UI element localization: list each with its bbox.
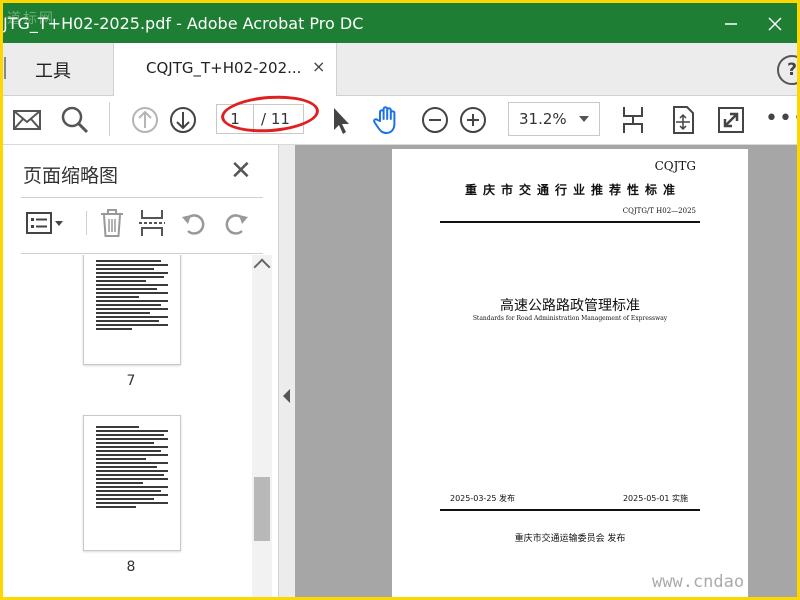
thumbnail-list: 7 8 bbox=[3, 255, 253, 597]
rotate-left-button[interactable] bbox=[179, 207, 209, 239]
next-page-button[interactable] bbox=[167, 104, 199, 136]
zoom-select[interactable]: 31.2% bbox=[508, 102, 600, 136]
annotation-ellipse bbox=[219, 92, 321, 136]
page-move-icon bbox=[673, 106, 694, 134]
search-button[interactable] bbox=[59, 104, 91, 136]
panel-divider bbox=[21, 197, 263, 198]
scrollbar-thumb[interactable] bbox=[254, 477, 270, 541]
tab-document[interactable]: CQJTG_T+H02-202... × bbox=[113, 43, 337, 96]
arrow-down-circle-icon bbox=[170, 107, 196, 133]
zoom-in-icon bbox=[460, 107, 486, 133]
divider-icon bbox=[4, 57, 6, 79]
rotate-left-icon bbox=[182, 214, 205, 235]
zoom-out-icon bbox=[422, 107, 448, 133]
list-options-icon bbox=[26, 212, 63, 234]
fit-page-icon bbox=[623, 107, 643, 133]
thumbnail-text-lines bbox=[96, 260, 168, 332]
doc-subtitle: Standards for Road Administration Manage… bbox=[472, 315, 668, 322]
panel-close-icon[interactable]: ✕ bbox=[230, 156, 252, 186]
doc-publisher: 重庆市交通运输委员会 发布 bbox=[514, 534, 626, 544]
watermark-top-left: 道标网 bbox=[7, 11, 55, 27]
tab-bar: 工具 CQJTG_T+H02-202... × ? bbox=[3, 43, 797, 96]
rotate-right-button[interactable] bbox=[221, 207, 251, 239]
panel-divider bbox=[21, 253, 263, 254]
rotate-right-icon bbox=[225, 214, 248, 235]
fit-page-button[interactable] bbox=[617, 104, 649, 136]
expand-icon bbox=[718, 107, 744, 133]
tab-document-label: CQJTG_T+H02-202... bbox=[146, 59, 302, 77]
thumbnail-text-lines bbox=[96, 426, 168, 510]
full-screen-button[interactable] bbox=[715, 104, 747, 136]
window-title: JTG_T+H02-2025.pdf - Adobe Acrobat Pro D… bbox=[3, 14, 364, 33]
doc-title: 高速公路路政管理标准 bbox=[500, 298, 640, 314]
doc-rule bbox=[440, 509, 700, 511]
minimize-button[interactable] bbox=[711, 3, 751, 43]
tab-tools[interactable]: 工具 bbox=[35, 57, 71, 83]
app-window: JTG_T+H02-2025.pdf - Adobe Acrobat Pro D… bbox=[3, 3, 797, 597]
doc-abbreviation: CQJTG bbox=[654, 159, 696, 173]
doc-rule bbox=[440, 221, 700, 223]
close-window-button[interactable] bbox=[755, 3, 795, 43]
thumbnail-label-8: 8 bbox=[126, 559, 136, 575]
watermark-bottom-right: www.cndao bbox=[652, 572, 745, 592]
doc-issue-date: 2025-03-25 发布 bbox=[450, 494, 516, 503]
panel-splitter[interactable] bbox=[279, 145, 295, 597]
collapse-arrow-icon[interactable] bbox=[283, 389, 290, 403]
title-bar: JTG_T+H02-2025.pdf - Adobe Acrobat Pro D… bbox=[3, 3, 797, 43]
panel-title: 页面缩略图 bbox=[23, 165, 119, 187]
more-tools-button[interactable]: ••• bbox=[765, 106, 797, 131]
previous-page-button[interactable] bbox=[129, 104, 161, 136]
minimize-icon bbox=[725, 22, 737, 25]
thumbnail-page-8[interactable] bbox=[83, 415, 181, 551]
document-viewport[interactable]: CQJTG 重庆市交通行业推荐性标准 CQJTG/T H02—2025 高速公路… bbox=[295, 145, 797, 597]
options-menu-button[interactable] bbox=[25, 207, 67, 239]
panel-toolbar-divider bbox=[86, 211, 87, 235]
thumbnail-panel: 页面缩略图 ✕ 7 8 bbox=[3, 145, 279, 597]
thumbnail-scrollbar[interactable] bbox=[252, 255, 272, 597]
thumbnail-page-7[interactable] bbox=[83, 255, 181, 365]
hand-tool-button[interactable] bbox=[371, 104, 403, 136]
hand-icon bbox=[373, 106, 396, 134]
zoom-out-button[interactable] bbox=[419, 104, 451, 136]
doc-category: 重庆市交通行业推荐性标准 bbox=[464, 183, 681, 197]
toolbar: 1 / 11 31.2% ••• bbox=[3, 92, 797, 145]
insert-page-button[interactable] bbox=[137, 207, 167, 239]
tab-home-edge[interactable] bbox=[3, 57, 7, 84]
chevron-down-icon bbox=[579, 116, 589, 122]
doc-code: CQJTG/T H02—2025 bbox=[622, 207, 696, 215]
close-icon bbox=[768, 16, 782, 31]
zoom-in-button[interactable] bbox=[457, 104, 489, 136]
select-tool-button[interactable] bbox=[325, 104, 357, 136]
cursor-arrow-icon bbox=[334, 108, 349, 134]
insert-page-icon bbox=[139, 210, 165, 236]
thumbnail-label-7: 7 bbox=[126, 373, 136, 389]
search-icon bbox=[61, 106, 89, 134]
tab-close-icon[interactable]: × bbox=[312, 57, 325, 76]
email-button[interactable] bbox=[11, 104, 43, 136]
help-icon[interactable]: ? bbox=[777, 55, 797, 85]
delete-page-button[interactable] bbox=[97, 207, 127, 239]
doc-implement-date: 2025-05-01 实施 bbox=[622, 494, 688, 503]
zoom-value: 31.2% bbox=[519, 110, 567, 128]
envelope-icon bbox=[13, 110, 41, 130]
pdf-page: CQJTG 重庆市交通行业推荐性标准 CQJTG/T H02—2025 高速公路… bbox=[392, 149, 748, 597]
scroll-mode-button[interactable] bbox=[667, 104, 699, 136]
toolbar-divider bbox=[109, 102, 110, 136]
chevron-up-icon[interactable] bbox=[253, 258, 271, 276]
trash-icon bbox=[101, 209, 123, 237]
arrow-up-circle-icon bbox=[132, 107, 158, 133]
